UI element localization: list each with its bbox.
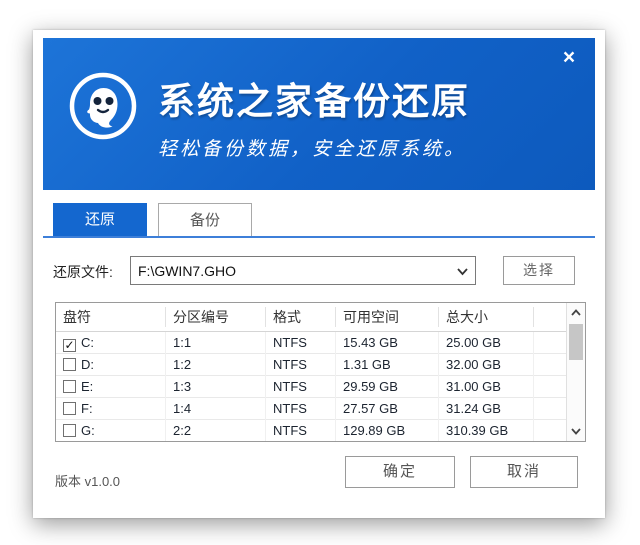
column-header-partition[interactable]: 分区编号 — [166, 307, 266, 327]
cell-total: 32.00 GB — [439, 354, 534, 376]
row-checkbox[interactable] — [63, 402, 76, 415]
cell-drive-wrap: G: — [56, 420, 166, 442]
row-checkbox[interactable] — [63, 380, 76, 393]
restore-file-row: 还原文件: F:\GWIN7.GHO 选择 — [53, 256, 585, 286]
ok-button[interactable]: 确定 — [345, 456, 455, 488]
cell-drive: D: — [81, 357, 94, 372]
checkmark-icon: ✓ — [64, 338, 74, 352]
cell-free: 15.43 GB — [336, 332, 439, 354]
row-checkbox[interactable]: ✓ — [63, 339, 76, 352]
table-row[interactable]: D: 1:2 NTFS 1.31 GB 32.00 GB — [56, 354, 585, 376]
app-window: × 系统之家备份还原 轻松备份数据，安全还原系统。 还原 备份 还原文件: F:… — [33, 30, 605, 518]
version-label: 版本 v1.0.0 — [55, 471, 120, 490]
cell-partition: 2:2 — [166, 420, 266, 442]
table-scrollbar[interactable] — [566, 303, 585, 441]
cell-format: NTFS — [266, 398, 336, 420]
cell-format: NTFS — [266, 354, 336, 376]
cell-format: NTFS — [266, 376, 336, 398]
cell-partition: 1:1 — [166, 332, 266, 354]
cancel-button[interactable]: 取消 — [470, 456, 578, 488]
table-row[interactable]: G: 2:2 NTFS 129.89 GB 310.39 GB — [56, 420, 585, 442]
cell-drive-wrap: ✓ C: — [56, 332, 166, 354]
cell-drive: C: — [81, 335, 94, 350]
cell-drive: G: — [81, 423, 95, 438]
app-subtitle: 轻松备份数据，安全还原系统。 — [158, 134, 578, 161]
cell-drive-wrap: E: — [56, 376, 166, 398]
chevron-down-icon[interactable] — [456, 265, 469, 278]
cell-drive-wrap: F: — [56, 398, 166, 420]
drive-table: 盘符 分区编号 格式 可用空间 总大小 ✓ C: 1:1 NTFS 15.43 G… — [55, 302, 586, 442]
scroll-up-icon[interactable] — [567, 304, 585, 321]
cell-partition: 1:2 — [166, 354, 266, 376]
cell-drive-wrap: D: — [56, 354, 166, 376]
table-row[interactable]: E: 1:3 NTFS 29.59 GB 31.00 GB — [56, 376, 585, 398]
cell-total: 25.00 GB — [439, 332, 534, 354]
cell-total: 31.00 GB — [439, 376, 534, 398]
row-checkbox[interactable] — [63, 358, 76, 371]
cell-free: 27.57 GB — [336, 398, 439, 420]
column-header-free[interactable]: 可用空间 — [336, 307, 439, 327]
restore-file-combobox[interactable]: F:\GWIN7.GHO — [130, 256, 476, 285]
drive-table-body: ✓ C: 1:1 NTFS 15.43 GB 25.00 GB D: 1:2 NT… — [56, 332, 585, 442]
drive-table-header: 盘符 分区编号 格式 可用空间 总大小 — [56, 303, 585, 332]
cell-partition: 1:4 — [166, 398, 266, 420]
cell-partition: 1:3 — [166, 376, 266, 398]
cell-drive: F: — [81, 401, 93, 416]
close-icon[interactable]: × — [555, 44, 583, 72]
ghost-logo-icon — [67, 70, 139, 142]
column-header-format[interactable]: 格式 — [266, 307, 336, 327]
cell-drive: E: — [81, 379, 93, 394]
app-header: × 系统之家备份还原 轻松备份数据，安全还原系统。 — [43, 38, 595, 190]
restore-file-label: 还原文件: — [53, 262, 113, 282]
scroll-down-icon[interactable] — [567, 423, 585, 440]
table-row[interactable]: ✓ C: 1:1 NTFS 15.43 GB 25.00 GB — [56, 332, 585, 354]
column-header-total[interactable]: 总大小 — [439, 307, 534, 327]
tab-backup[interactable]: 备份 — [158, 203, 252, 237]
tab-underline — [43, 236, 595, 238]
cell-total: 310.39 GB — [439, 420, 534, 442]
cell-format: NTFS — [266, 420, 336, 442]
column-header-drive[interactable]: 盘符 — [56, 307, 166, 327]
cell-free: 129.89 GB — [336, 420, 439, 442]
tab-bar: 还原 备份 — [53, 203, 252, 237]
app-title: 系统之家备份还原 — [158, 71, 578, 125]
title-block: 系统之家备份还原 轻松备份数据，安全还原系统。 — [158, 71, 578, 161]
cell-free: 29.59 GB — [336, 376, 439, 398]
row-checkbox[interactable] — [63, 424, 76, 437]
table-row[interactable]: F: 1:4 NTFS 27.57 GB 31.24 GB — [56, 398, 585, 420]
cell-total: 31.24 GB — [439, 398, 534, 420]
tab-restore[interactable]: 还原 — [53, 203, 147, 237]
select-file-button[interactable]: 选择 — [503, 256, 575, 285]
scrollbar-thumb[interactable] — [569, 324, 583, 360]
restore-file-value: F:\GWIN7.GHO — [138, 263, 236, 279]
cell-free: 1.31 GB — [336, 354, 439, 376]
cell-format: NTFS — [266, 332, 336, 354]
